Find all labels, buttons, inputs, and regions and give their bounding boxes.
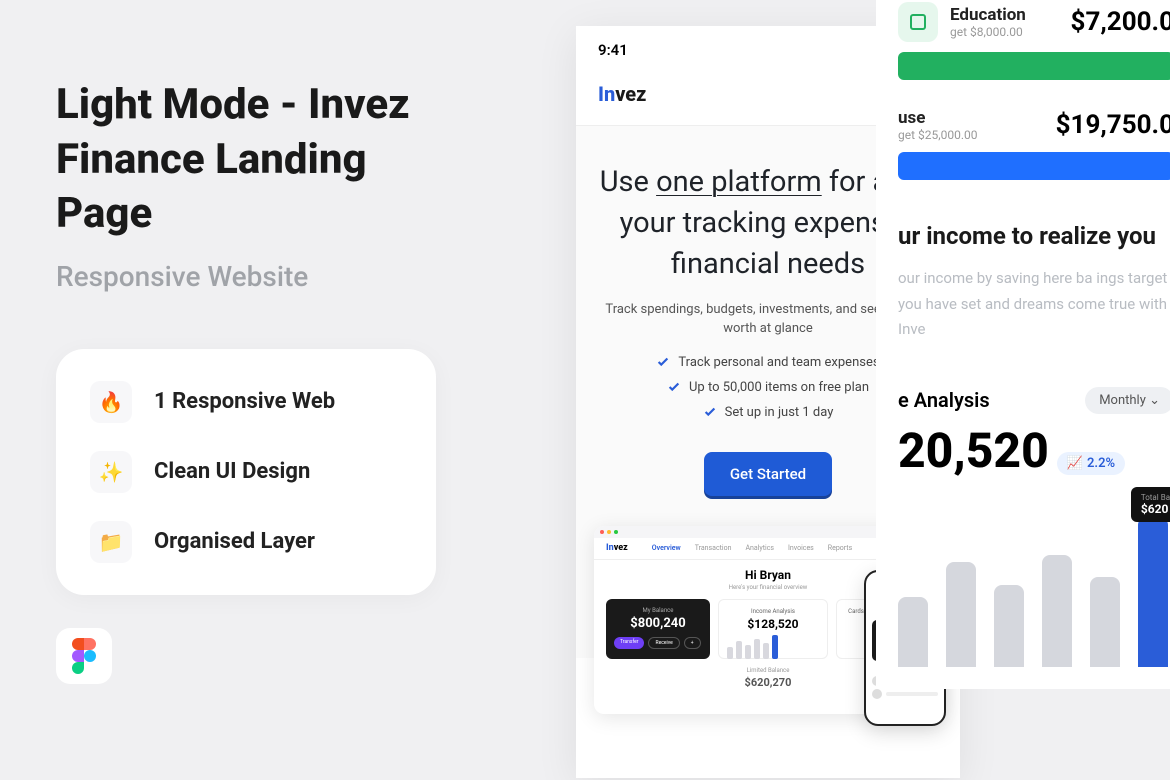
feature-item: ✨ Clean UI Design [90,451,402,493]
folder-icon: 📁 [90,521,132,563]
feature-item: 🔥 1 Responsive Web [90,381,402,423]
savings-copy: ur income to realize you our income by s… [898,222,1170,343]
check-icon [667,380,681,394]
chart-tooltip: Total Bal $620 [1131,487,1170,522]
chevron-down-icon: ⌄ [1149,393,1160,408]
page-title: Light Mode - Invez Finance Landing Page [56,78,436,242]
balance-card: My Balance $800,240 TransferReceive+ [606,599,710,659]
analysis-chart: Total Bal $620 [898,507,1170,667]
dashboard-tabs: Overview Transaction Analytics Invoices … [652,544,852,552]
goal-education: Education get $8,000.00 $7,200.0 [898,2,1170,80]
sparkle-icon: ✨ [90,451,132,493]
trend-badge: 📈2.2% [1057,452,1125,475]
progress-bar [898,152,1170,180]
feature-text: Clean UI Design [154,459,310,484]
goal-house: use get $25,000.00 $19,750.0 [898,108,1170,180]
analysis-section: e Analysis Monthly ⌄ 20,520 📈2.2% Total … [898,387,1170,667]
progress-bar [898,52,1170,80]
features-card: 🔥 1 Responsive Web ✨ Clean UI Design 📁 O… [56,349,436,595]
logo[interactable]: Invez [598,82,646,106]
analysis-title: e Analysis [898,388,990,412]
goal-amount: $19,750.0 [1056,110,1170,140]
income-card: Income Analysis $128,520 [718,599,828,659]
page-subtitle: Responsive Website [56,260,436,293]
fire-icon: 🔥 [90,381,132,423]
figma-icon [56,628,112,684]
feature-text: Organised Layer [154,529,315,554]
trend-up-icon: 📈 [1067,456,1083,471]
right-panel: Education get $8,000.00 $7,200.0 use get… [876,0,1170,689]
feature-text: 1 Responsive Web [154,389,335,414]
get-started-button[interactable]: Get Started [704,452,832,496]
check-icon [656,355,670,369]
goal-amount: $7,200.0 [1071,7,1170,37]
education-icon [898,2,938,42]
status-time: 9:41 [598,41,628,59]
check-icon [703,405,717,419]
analysis-total: 20,520 [898,422,1049,479]
period-selector[interactable]: Monthly ⌄ [1085,387,1170,414]
feature-item: 📁 Organised Layer [90,521,402,563]
